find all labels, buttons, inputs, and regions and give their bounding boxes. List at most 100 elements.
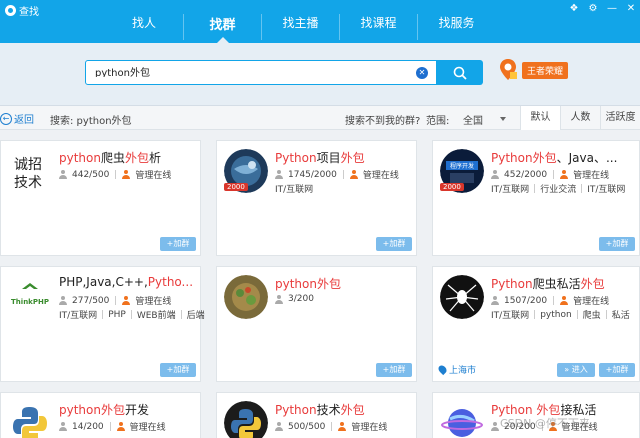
group-card[interactable]: python外包 3/200 +加群 bbox=[216, 266, 417, 382]
group-name[interactable]: Python项目外包 bbox=[275, 149, 413, 166]
top-bar: 查找 找人 找群 找主播 找课程 找服务 ❖ ⚙ — ✕ bbox=[0, 0, 640, 43]
member-icon bbox=[59, 170, 68, 179]
enter-group-button[interactable]: » 进入 bbox=[557, 363, 595, 377]
search-band: ✕ 王者荣耀 bbox=[0, 43, 640, 106]
admin-icon bbox=[122, 170, 131, 179]
group-name[interactable]: python外包 bbox=[275, 275, 413, 292]
admin-icon bbox=[349, 170, 359, 179]
group-name[interactable]: Python外包、Java、... bbox=[491, 149, 629, 166]
search-summary: 搜索: python外包 bbox=[50, 116, 132, 127]
group-name[interactable]: python爬虫外包析 bbox=[59, 149, 197, 166]
range-select[interactable]: 全国 bbox=[463, 109, 508, 127]
tag: WEB前端 bbox=[136, 311, 176, 321]
tag: PHP bbox=[108, 309, 126, 320]
nav-tabs: 找人 找群 找主播 找课程 找服务 bbox=[105, 14, 495, 43]
tag: 后端 bbox=[186, 311, 205, 321]
tab-find-courses[interactable]: 找课程 bbox=[339, 14, 417, 40]
tab-find-streamers[interactable]: 找主播 bbox=[261, 14, 339, 40]
group-card[interactable]: python外包开发 14/200 管理在线 bbox=[0, 392, 201, 438]
group-name-part: 外包 bbox=[580, 277, 605, 291]
glory-badge: 王者荣耀 bbox=[522, 61, 569, 79]
group-name-part: PHP,Java,C++, bbox=[59, 275, 148, 289]
member-count: 3/200 bbox=[288, 294, 314, 304]
tab-find-groups[interactable]: 找群 bbox=[183, 14, 261, 43]
tag: IT/互联网 bbox=[275, 185, 314, 195]
skin-icon[interactable]: ❖ bbox=[569, 3, 579, 14]
group-name[interactable]: python外包开发 bbox=[59, 401, 197, 418]
location-text: 上海市 bbox=[449, 366, 477, 376]
svg-text:程序开发: 程序开发 bbox=[450, 162, 474, 170]
group-results-grid: 诚招 技术 python爬虫外包析 442/500 管理在线 +加群 2000 … bbox=[0, 130, 640, 438]
planet-avatar-icon bbox=[440, 401, 484, 438]
admin-icon bbox=[122, 296, 131, 305]
member-count: 14/200 bbox=[72, 421, 104, 432]
group-meta: 1745/2000 管理在线 bbox=[275, 168, 399, 181]
window-controls: ❖ ⚙ — ✕ bbox=[569, 3, 636, 14]
group-avatar bbox=[440, 275, 484, 319]
group-avatar: ThinkPHP bbox=[8, 275, 52, 319]
tag: IT/互联网 bbox=[491, 311, 530, 321]
group-card[interactable]: 程序开发 2000 Python外包、Java、... 452/2000 管理在… bbox=[432, 140, 640, 256]
group-name[interactable]: Python爬虫私活外包 bbox=[491, 275, 629, 292]
group-name-part: Python bbox=[491, 151, 533, 165]
glory-promo[interactable]: 王者荣耀 bbox=[498, 58, 569, 82]
join-group-button[interactable]: +加群 bbox=[160, 237, 196, 251]
sort-members[interactable]: 人数 bbox=[560, 106, 600, 130]
python-logo-icon bbox=[8, 401, 52, 438]
group-name-part: 外包 bbox=[316, 277, 341, 291]
group-card[interactable]: ThinkPHP PHP,Java,C++,Pytho... 277/500 管… bbox=[0, 266, 205, 382]
admin-status: 管理在线 bbox=[362, 171, 399, 181]
sort-default[interactable]: 默认 bbox=[520, 106, 560, 130]
tab-find-services[interactable]: 找服务 bbox=[417, 14, 495, 40]
group-card[interactable]: Python技术外包 500/500 管理在线 bbox=[216, 392, 417, 438]
join-group-button[interactable]: +加群 bbox=[160, 363, 196, 377]
member-icon bbox=[275, 422, 284, 431]
group-meta: 442/500 管理在线 bbox=[59, 168, 171, 181]
close-icon[interactable]: ✕ bbox=[626, 3, 636, 14]
divider bbox=[102, 310, 104, 319]
group-name-part: 外包 bbox=[340, 151, 365, 165]
svg-text:ThinkPHP: ThinkPHP bbox=[11, 298, 49, 306]
member-count: 1745/2000 bbox=[288, 169, 337, 180]
tag: 私活 bbox=[611, 311, 630, 321]
group-avatar bbox=[224, 275, 268, 319]
group-location: 上海市 bbox=[436, 363, 477, 376]
group-name-part: Pytho... bbox=[147, 275, 194, 289]
app-logo-icon bbox=[5, 5, 16, 16]
group-meta: 500/500 管理在线 bbox=[275, 420, 387, 433]
join-group-button[interactable]: +加群 bbox=[376, 237, 412, 251]
minimize-icon[interactable]: — bbox=[607, 3, 617, 14]
divider bbox=[553, 170, 555, 179]
group-card[interactable]: Python爬虫私活外包 1507/200 管理在线 IT/互联网 python… bbox=[432, 266, 640, 382]
admin-icon bbox=[338, 422, 347, 431]
back-button[interactable]: ← 返回 bbox=[0, 111, 34, 126]
search-button[interactable] bbox=[437, 60, 483, 85]
group-tags: IT/互联网 python 爬虫 私活 bbox=[491, 308, 630, 322]
tab-find-people[interactable]: 找人 bbox=[105, 14, 183, 40]
group-name[interactable]: Python技术外包 bbox=[275, 401, 413, 418]
divider bbox=[115, 170, 117, 179]
member-icon bbox=[491, 296, 500, 305]
cant-find-group-link[interactable]: 搜索不到我的群? bbox=[345, 112, 420, 127]
search-input[interactable] bbox=[95, 66, 405, 77]
group-avatar bbox=[440, 401, 484, 438]
recruit-avatar-icon: 诚招 技术 bbox=[8, 149, 48, 193]
group-card[interactable]: 2000 Python项目外包 1745/2000 管理在线 IT/互联网 +加… bbox=[216, 140, 417, 256]
clear-search-icon[interactable]: ✕ bbox=[416, 67, 428, 79]
group-card[interactable]: 诚招 技术 python爬虫外包析 442/500 管理在线 +加群 bbox=[0, 140, 201, 256]
divider bbox=[180, 310, 182, 319]
join-group-button[interactable]: +加群 bbox=[376, 363, 412, 377]
range-label: 范围: bbox=[426, 116, 450, 127]
member-count: 277/500 bbox=[72, 295, 110, 306]
settings-icon[interactable]: ⚙ bbox=[588, 3, 598, 14]
app-title: 查找 bbox=[5, 3, 39, 18]
tag: IT/互联网 bbox=[587, 185, 626, 195]
group-name[interactable]: PHP,Java,C++,Pytho... bbox=[59, 275, 197, 289]
divider bbox=[342, 170, 344, 179]
join-group-button[interactable]: +加群 bbox=[599, 237, 635, 251]
join-group-button[interactable]: +加群 bbox=[599, 363, 635, 377]
food-avatar-icon bbox=[224, 275, 268, 319]
sort-activity[interactable]: 活跃度 bbox=[600, 106, 640, 130]
admin-icon bbox=[560, 296, 569, 305]
admin-status: 管理在线 bbox=[135, 297, 172, 307]
